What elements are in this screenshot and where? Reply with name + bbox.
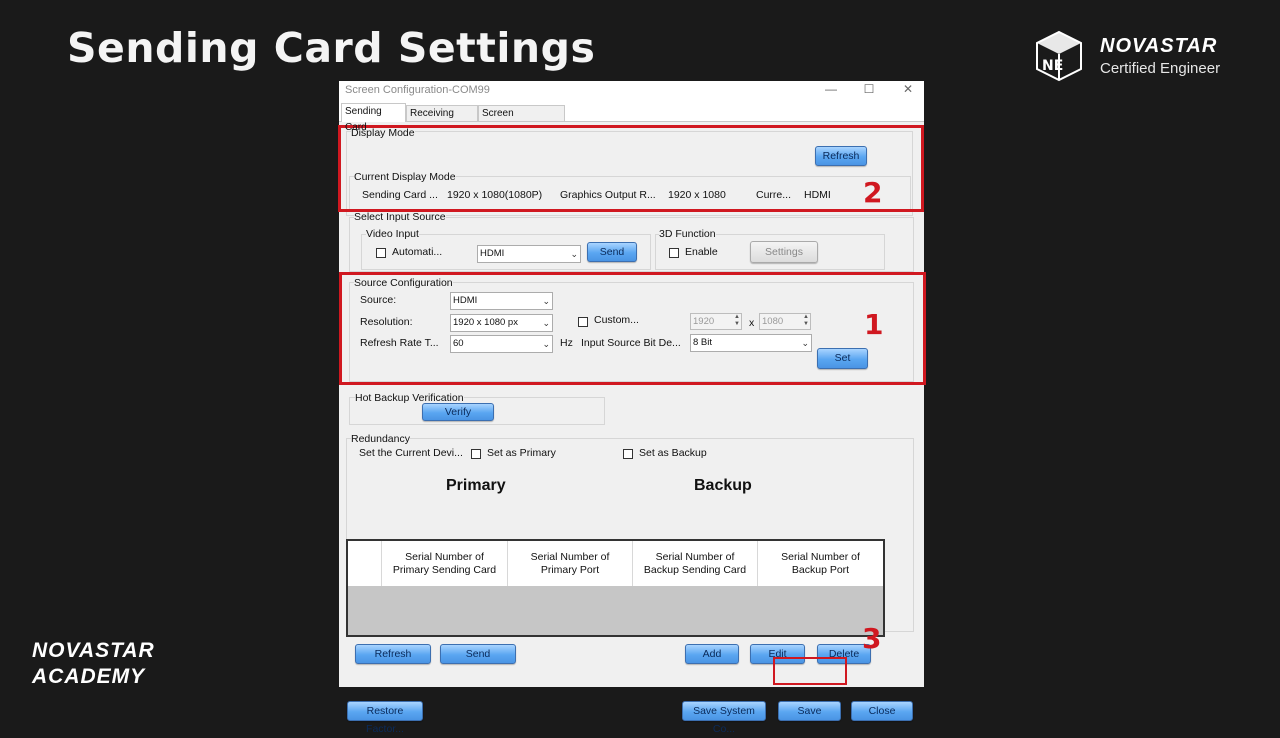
academy-line-2: ACADEMY — [32, 665, 146, 688]
annotation-number-2: 2 — [863, 176, 883, 209]
redundancy-send-button[interactable]: Send — [440, 644, 516, 664]
close-button[interactable]: Close — [851, 701, 913, 721]
window-title: Screen Configuration-COM99 — [345, 84, 490, 96]
annotation-box-1: 1 — [339, 272, 926, 385]
redundancy-label: Redundancy — [351, 433, 410, 445]
brand-name: NOVASTAR — [1100, 35, 1218, 57]
redundancy-table[interactable]: Serial Number of Primary Sending Card Se… — [346, 539, 885, 637]
table-header-index — [348, 541, 382, 586]
enable-3d-label: Enable — [685, 246, 718, 258]
ne-cube-logo-icon: NE — [1036, 30, 1082, 82]
video-input-select[interactable]: HDMI ⌄ — [477, 245, 581, 263]
maximize-icon[interactable]: ☐ — [860, 82, 878, 98]
table-header-primary-card[interactable]: Serial Number of Primary Sending Card — [382, 541, 508, 586]
close-icon[interactable]: ✕ — [899, 82, 917, 98]
redundancy-refresh-button[interactable]: Refresh — [355, 644, 431, 664]
automatic-checkbox[interactable] — [376, 248, 386, 258]
annotation-box-3 — [773, 657, 847, 685]
set-as-primary-checkbox[interactable] — [471, 449, 481, 459]
3d-function-label: 3D Function — [659, 228, 716, 240]
hot-backup-verify-button[interactable]: Verify — [422, 403, 494, 421]
tab-screen-connection[interactable]: Screen Connection — [478, 105, 565, 135]
select-input-source-label: Select Input Source — [354, 211, 446, 223]
video-input-label: Video Input — [366, 228, 419, 240]
save-button[interactable]: Save — [778, 701, 841, 721]
3d-settings-button[interactable]: Settings — [750, 241, 818, 263]
slide-title: Sending Card Settings — [67, 24, 596, 72]
primary-heading: Primary — [446, 477, 506, 494]
redundancy-add-button[interactable]: Add — [685, 644, 739, 664]
annotation-box-2: 2 — [338, 125, 924, 212]
tab-bar: Sending Card Receiving Card Screen Conne… — [339, 103, 924, 135]
backup-heading: Backup — [694, 477, 752, 494]
svg-text:NE: NE — [1042, 58, 1063, 74]
set-as-primary-label: Set as Primary — [487, 447, 556, 459]
chevron-down-icon: ⌄ — [570, 249, 578, 259]
set-as-backup-label: Set as Backup — [639, 447, 707, 459]
brand-subtitle: Certified Engineer — [1100, 60, 1221, 77]
tab-receiving-card[interactable]: Receiving Card — [406, 105, 478, 135]
minimize-icon[interactable]: — — [822, 82, 840, 98]
table-header-backup-card[interactable]: Serial Number of Backup Sending Card — [633, 541, 758, 586]
title-bar[interactable]: Screen Configuration-COM99 — ☐ ✕ — [339, 81, 924, 101]
academy-line-1: NOVASTAR — [32, 639, 155, 662]
table-header-primary-port[interactable]: Serial Number of Primary Port — [508, 541, 633, 586]
video-input-send-button[interactable]: Send — [587, 242, 637, 262]
annotation-number-3: 3 — [862, 622, 882, 655]
restore-factory-button[interactable]: Restore Factor... — [347, 701, 423, 735]
table-header-backup-port[interactable]: Serial Number of Backup Port — [758, 541, 883, 586]
save-system-config-button[interactable]: Save System Co... — [682, 701, 766, 735]
set-current-device-label: Set the Current Devi... — [359, 447, 463, 459]
novastar-certified-logo: NE NOVASTAR Certified Engineer — [1034, 30, 1254, 86]
novastar-academy-logo: NOVASTAR ACADEMY — [32, 638, 155, 690]
automatic-label: Automati... — [392, 246, 443, 258]
set-as-backup-checkbox[interactable] — [623, 449, 633, 459]
tab-sending-card[interactable]: Sending Card — [341, 103, 406, 133]
table-header: Serial Number of Primary Sending Card Se… — [348, 541, 883, 586]
annotation-number-1: 1 — [864, 308, 884, 341]
enable-3d-checkbox[interactable] — [669, 248, 679, 258]
